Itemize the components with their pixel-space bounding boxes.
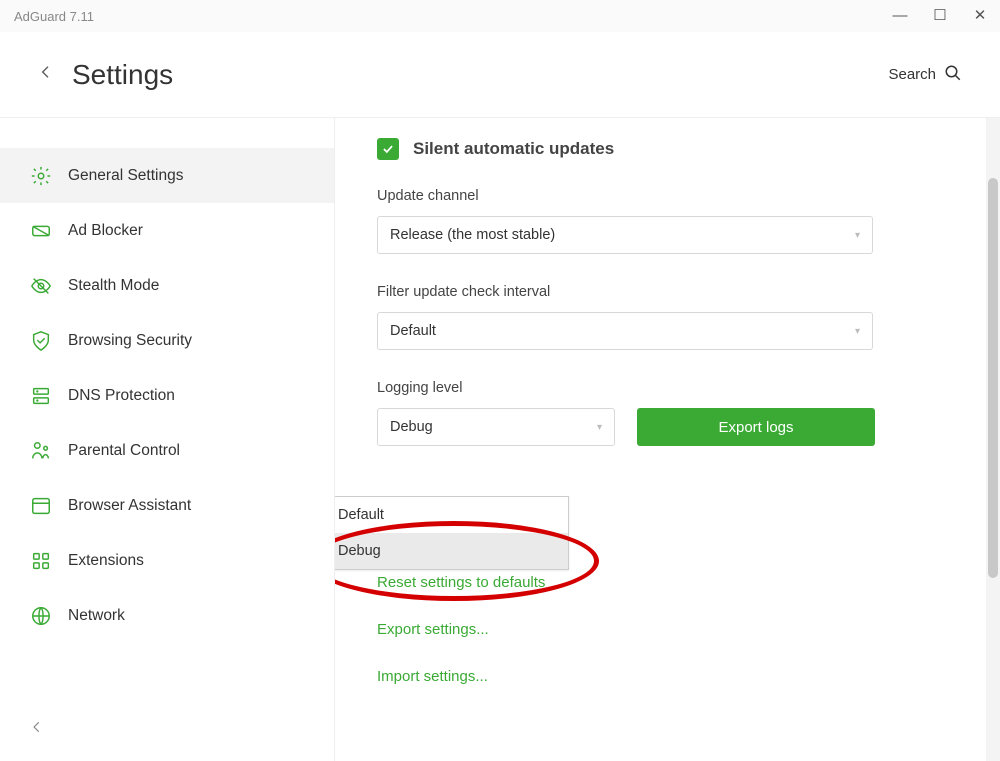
reset-settings-link[interactable]: Reset settings to defaults — [377, 574, 940, 591]
filter-interval-select[interactable]: Default ▾ — [377, 312, 873, 350]
search-label: Search — [888, 66, 936, 83]
scrollbar-track[interactable] — [986, 118, 1000, 761]
parental-icon — [30, 440, 52, 462]
page-title: Settings — [72, 59, 173, 91]
shield-icon — [30, 330, 52, 352]
maximize-button[interactable]: ☐ — [920, 0, 960, 32]
sidebar-item-extensions[interactable]: Extensions — [0, 533, 334, 588]
gear-icon — [30, 165, 52, 187]
minimize-button[interactable]: — — [880, 0, 920, 32]
sidebar-item-label: Network — [68, 607, 125, 625]
chevron-down-icon: ▾ — [855, 230, 860, 241]
filter-interval-value: Default — [390, 323, 436, 339]
logging-option-debug[interactable]: Debug — [335, 533, 568, 569]
search-icon — [944, 64, 962, 86]
silent-updates-label: Silent automatic updates — [413, 139, 614, 159]
export-settings-link[interactable]: Export settings... — [377, 621, 940, 638]
grid-icon — [30, 550, 52, 572]
close-button[interactable]: ✕ — [960, 0, 1000, 32]
content-pane: Silent automatic updates Update channel … — [335, 118, 1000, 761]
sidebar-item-label: General Settings — [68, 167, 183, 185]
page-header: Settings Search — [0, 32, 1000, 118]
sidebar-item-label: DNS Protection — [68, 387, 175, 405]
sidebar-item-label: Extensions — [68, 552, 144, 570]
update-channel-select[interactable]: Release (the most stable) ▾ — [377, 216, 873, 254]
export-logs-button[interactable]: Export logs — [637, 408, 875, 446]
update-channel-label: Update channel — [377, 188, 940, 204]
logging-level-dropdown: Default Debug — [335, 496, 569, 570]
sidebar-item-parental-control[interactable]: Parental Control — [0, 423, 334, 478]
sidebar: General Settings Ad Blocker Stealth Mode… — [0, 118, 335, 761]
ad-blocker-icon — [30, 220, 52, 242]
browser-icon — [30, 495, 52, 517]
update-channel-value: Release (the most stable) — [390, 227, 555, 243]
sidebar-item-ad-blocker[interactable]: Ad Blocker — [0, 203, 334, 258]
sidebar-item-label: Stealth Mode — [68, 277, 159, 295]
sidebar-item-browsing-security[interactable]: Browsing Security — [0, 313, 334, 368]
logging-level-value: Debug — [390, 419, 433, 435]
sidebar-item-label: Ad Blocker — [68, 222, 143, 240]
sidebar-item-network[interactable]: Network — [0, 588, 334, 643]
filter-interval-label: Filter update check interval — [377, 284, 940, 300]
chevron-down-icon: ▾ — [855, 326, 860, 337]
titlebar: AdGuard 7.11 — ☐ ✕ — [0, 0, 1000, 32]
globe-icon — [30, 605, 52, 627]
sidebar-item-dns-protection[interactable]: DNS Protection — [0, 368, 334, 423]
sidebar-item-label: Browsing Security — [68, 332, 192, 350]
export-logs-label: Export logs — [718, 419, 793, 436]
chevron-down-icon: ▾ — [597, 422, 602, 433]
stealth-icon — [30, 275, 52, 297]
collapse-sidebar-button[interactable] — [30, 718, 44, 741]
logging-level-select[interactable]: Debug ▾ — [377, 408, 615, 446]
sidebar-item-browser-assistant[interactable]: Browser Assistant — [0, 478, 334, 533]
window-title: AdGuard 7.11 — [14, 9, 94, 24]
sidebar-item-stealth-mode[interactable]: Stealth Mode — [0, 258, 334, 313]
import-settings-link[interactable]: Import settings... — [377, 668, 940, 685]
sidebar-item-label: Browser Assistant — [68, 497, 191, 515]
server-icon — [30, 385, 52, 407]
silent-updates-checkbox[interactable] — [377, 138, 399, 160]
back-button[interactable] — [38, 61, 54, 89]
logging-option-default[interactable]: Default — [335, 497, 568, 533]
scrollbar-thumb[interactable] — [988, 178, 998, 578]
sidebar-item-label: Parental Control — [68, 442, 180, 460]
logging-level-label: Logging level — [377, 380, 940, 396]
search-button[interactable]: Search — [888, 64, 962, 86]
sidebar-item-general-settings[interactable]: General Settings — [0, 148, 334, 203]
